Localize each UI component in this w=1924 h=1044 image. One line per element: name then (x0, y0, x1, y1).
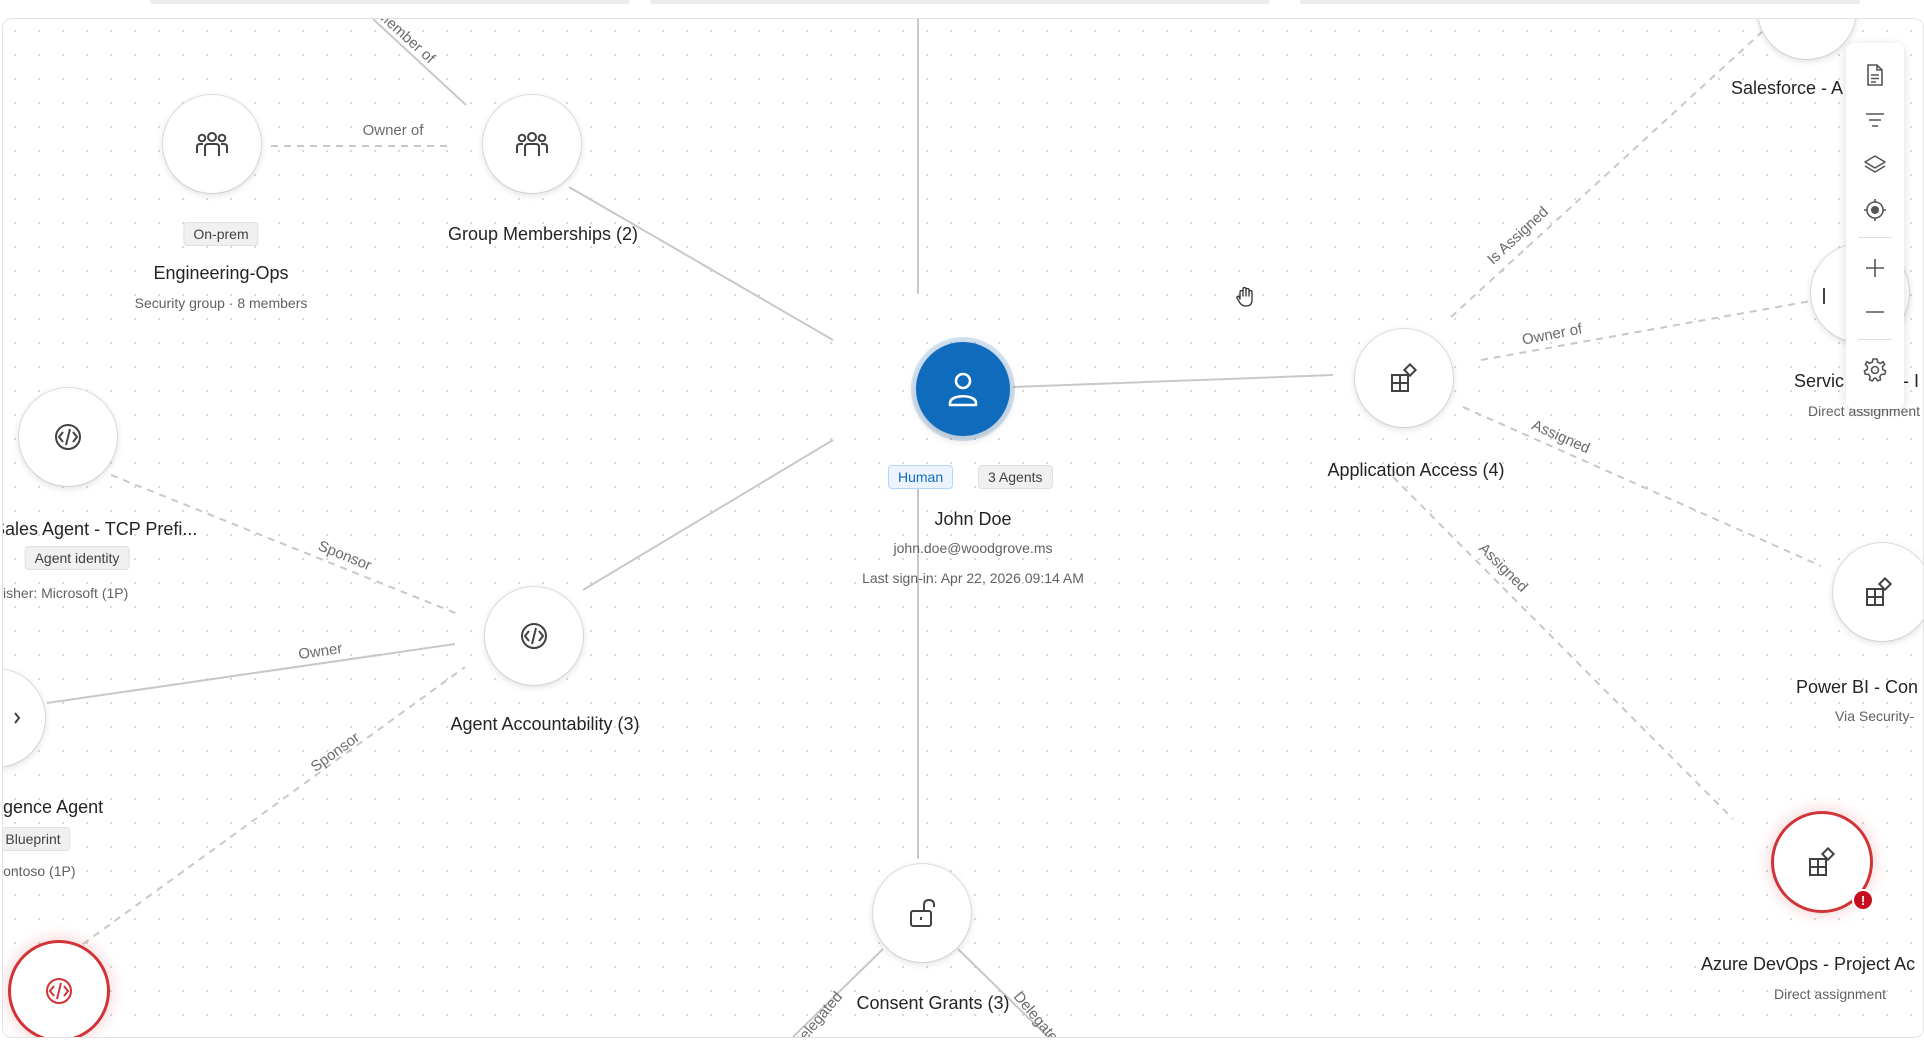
edge-center-groups (568, 186, 834, 341)
edge-label-delegated-right: Delegated (1010, 988, 1067, 1037)
edge-label-is-assigned: Is Assigned (1484, 203, 1552, 268)
sales-agent-name: Sales Agent - TCP Prefi... (2, 519, 198, 539)
intelligence-agent-sub: Contoso (1P) (3, 863, 76, 879)
risk-alert-icon: ! (1852, 889, 1874, 911)
edge-assigned-powerbi (1462, 406, 1822, 567)
risky-agent-node[interactable] (11, 943, 107, 1037)
settings-button[interactable] (1858, 353, 1892, 387)
engineering-ops-sub: Security group · 8 members (134, 295, 308, 311)
app-icon (1866, 577, 1893, 606)
agent-accountability-label[interactable]: Agent Accountability (3) (450, 714, 639, 735)
minus-icon (1866, 311, 1884, 313)
application-access-label[interactable]: Application Access (4) (1327, 460, 1504, 481)
hand-cursor-icon (1236, 286, 1253, 307)
edge-label-delegated-left: Delegated (789, 988, 846, 1037)
filter-button[interactable] (1858, 103, 1892, 137)
graph-toolbar (1846, 43, 1904, 409)
azure-devops-name: Azure DevOps - Project Ac (1701, 954, 1916, 974)
last-signin: Last sign-in: Apr 22, 2026 09:14 AM (862, 570, 1084, 586)
group-memberships-label[interactable]: Group Memberships (2) (448, 224, 638, 245)
edge-owner-intel (46, 643, 456, 704)
agent-identity-badge: Agent identity (24, 546, 130, 570)
toolbar-divider (1858, 339, 1892, 340)
document-icon (1867, 64, 1883, 86)
agent-icon (521, 623, 547, 649)
servicenow-name: Servic (1794, 371, 1845, 391)
group-icon (196, 132, 228, 156)
report-button[interactable] (1858, 58, 1892, 92)
intelligence-agent-name: Intelligence Agent (2, 797, 104, 817)
toolbar-divider (1858, 237, 1892, 238)
powerbi-name: Power BI - Con (1796, 677, 1919, 697)
edge-assigned-devops (1392, 476, 1734, 820)
agent-icon (14, 712, 21, 724)
center-user-node[interactable] (916, 342, 1010, 436)
unlock-icon (910, 898, 935, 927)
edge-label-assigned-devops: Assigned (1475, 540, 1531, 596)
edge-label-member-of: Member of (374, 19, 439, 68)
group-memberships-node[interactable] (483, 88, 590, 193)
layers-icon (1864, 155, 1886, 173)
app-icon (1391, 363, 1418, 392)
layers-button[interactable] (1858, 148, 1892, 182)
filter-icon (1866, 113, 1884, 127)
engineering-ops-node[interactable] (163, 95, 261, 193)
group-icon (516, 132, 548, 156)
human-badge: Human (888, 465, 954, 489)
agents-count-badge: 3 Agents (978, 465, 1053, 489)
servicenow-name-tail: - I (1903, 371, 1919, 391)
powerbi-node[interactable] (1833, 543, 1923, 641)
recenter-button[interactable] (1858, 193, 1892, 227)
gear-icon (1863, 358, 1887, 382)
sales-agent-node[interactable] (19, 388, 117, 486)
sales-agent-publisher: Publisher: Microsoft (1P) (3, 585, 129, 601)
edge-label-owner-intel: Owner (297, 640, 343, 663)
edge-center-agents (582, 439, 834, 591)
edge-label-owner-of-app: Owner of (1521, 320, 1585, 348)
zoom-in-button[interactable] (1858, 251, 1892, 285)
salesforce-name: Salesforce - A (1731, 78, 1844, 98)
target-icon (1864, 199, 1886, 221)
edge-is-assigned (1450, 30, 1764, 318)
blueprint-badge: Blueprint (3, 827, 71, 851)
azure-devops-sub: Direct assignment (1773, 986, 1887, 1002)
top-edge-fade (0, 0, 1924, 6)
application-access-node[interactable] (1355, 322, 1462, 427)
edge-label-owner-of-group: Owner of (363, 122, 425, 139)
graph-canvas[interactable]: Member of Owner of Sponsor Owner Sponsor… (2, 18, 1924, 1038)
consent-grants-node[interactable] (873, 857, 980, 962)
edge-label-sponsor-bottom: Sponsor (308, 729, 363, 776)
consent-grants-label[interactable]: Consent Grants (3) (856, 993, 1009, 1014)
user-email: john.doe@woodgrove.ms (893, 540, 1053, 556)
edge-center-apps (1012, 374, 1334, 388)
user-name: John Doe (934, 509, 1012, 529)
on-prem-badge: On-prem (183, 222, 259, 246)
engineering-ops-name: Engineering-Ops (153, 263, 289, 283)
plus-icon (1866, 259, 1884, 277)
agent-accountability-node[interactable] (485, 580, 592, 685)
agent-icon (55, 424, 81, 450)
edge-sponsor-sales (110, 474, 459, 615)
zoom-out-button[interactable] (1858, 295, 1892, 329)
agent-icon (46, 978, 72, 1004)
edge-sponsor-bottom (82, 666, 466, 945)
person-icon (948, 372, 978, 407)
edge-member-of (372, 19, 467, 106)
powerbi-sub: Via Security- (1835, 708, 1915, 724)
app-icon (1809, 847, 1836, 876)
